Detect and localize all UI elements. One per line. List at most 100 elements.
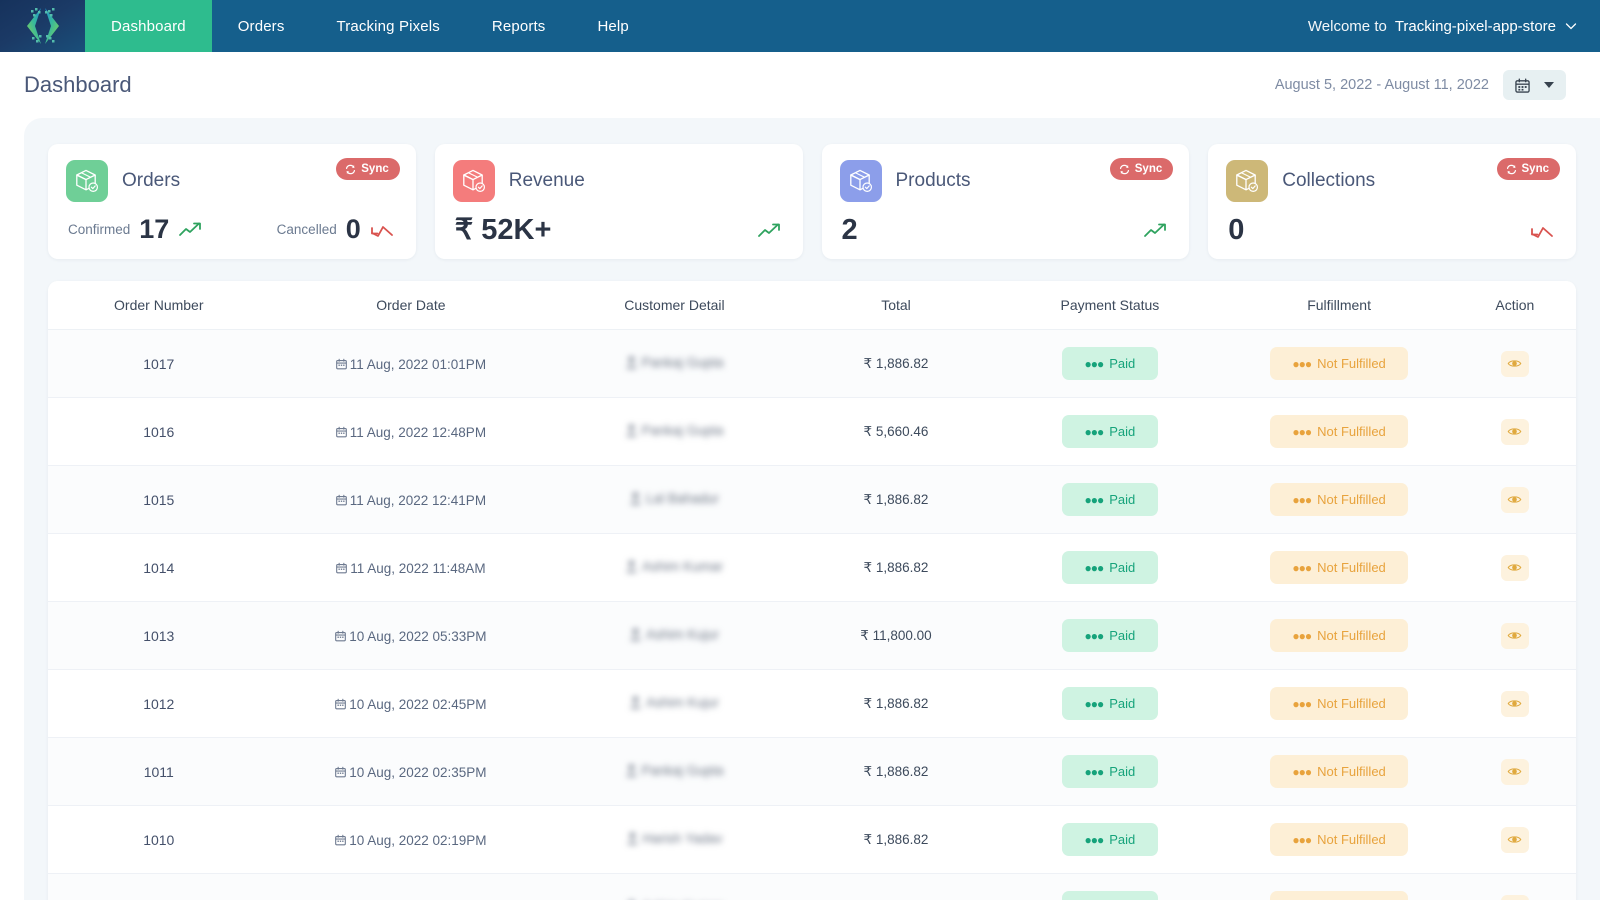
dots-icon: ●●● [1085,834,1104,846]
table-body: 1017 11 Aug, 2022 01:01PM Panka [48,330,1576,900]
nav-item-help[interactable]: Help [571,0,654,52]
view-order-button[interactable] [1501,827,1529,853]
calendar-icon [335,766,346,778]
cell-customer: Ashim Kumar [552,534,796,602]
cell-total: ₹ 1,886.82 [797,738,996,806]
sync-icon [1119,164,1130,175]
view-order-button[interactable] [1501,623,1529,649]
status-badge-paid: ●●●Paid [1062,347,1158,380]
dots-icon: ●●● [1292,766,1311,778]
cell-action [1454,738,1576,806]
account-menu[interactable]: Welcome to Tracking-pixel-app-store [1308,0,1600,52]
dots-icon: ●●● [1085,426,1104,438]
eye-icon [1507,764,1522,779]
customer-name-redacted: Harish Yadav [627,831,723,846]
table-row[interactable]: 1012 10 Aug, 2022 02:45PM Ashim [48,670,1576,738]
eye-icon [1507,696,1522,711]
view-order-button[interactable] [1501,351,1529,377]
cell-total: ₹ 1,886.82 [797,874,996,900]
view-order-button[interactable] [1501,759,1529,785]
view-order-button[interactable] [1501,419,1529,445]
cell-order-number: 1014 [48,534,270,602]
status-badge-fulfillment: ●●●Not Fulfilled [1270,891,1407,900]
card-title: Revenue [509,170,585,192]
cell-payment-status: ●●●Paid [995,398,1224,466]
status-badge-fulfillment: ●●●Not Fulfilled [1270,619,1407,652]
customer-name-redacted: Pankaj Gupta [626,355,724,370]
view-order-button[interactable] [1501,487,1529,513]
page-header-actions: August 5, 2022 - August 11, 2022 [1275,70,1566,100]
status-badge-fulfillment: ●●●Not Fulfilled [1270,483,1407,516]
trend-down-icon [1530,222,1558,240]
cell-total: ₹ 1,886.82 [797,670,996,738]
date-range-picker-button[interactable] [1503,70,1566,100]
cell-fulfillment: ●●●Not Fulfilled [1225,398,1454,466]
cell-action [1454,806,1576,874]
col-header-total: Total [797,281,996,330]
customer-name-redacted: Ashim Kumar [626,559,723,574]
cell-total: ₹ 11,800.00 [797,602,996,670]
cell-payment-status: ●●●Paid [995,466,1224,534]
cell-order-number: 1015 [48,466,270,534]
nav-item-dashboard[interactable]: Dashboard [85,0,212,52]
eye-icon [1507,424,1522,439]
eye-icon [1507,492,1522,507]
cell-order-date: 11 Aug, 2022 11:48AM [270,534,553,602]
cell-action [1454,602,1576,670]
table-row[interactable]: 1010 10 Aug, 2022 02:19PM Haris [48,806,1576,874]
stat-card-orders: Orders Sync Confirmed 17 [48,144,416,259]
table-row[interactable]: 1009 10 Aug, 2022 02:14PM Ashim [48,874,1576,900]
table-row[interactable]: 1013 10 Aug, 2022 05:33PM Ashim [48,602,1576,670]
nav-item-orders[interactable]: Orders [212,0,311,52]
cell-order-date: 10 Aug, 2022 02:45PM [270,670,553,738]
dots-icon: ●●● [1085,766,1104,778]
cell-customer: Lal Bahadur [552,466,796,534]
dots-icon: ●●● [1085,494,1104,506]
table-row[interactable]: 1011 10 Aug, 2022 02:35PM Panka [48,738,1576,806]
table-row[interactable]: 1016 11 Aug, 2022 12:48PM Panka [48,398,1576,466]
eye-icon [1507,560,1522,575]
sync-label: Sync [1135,163,1163,175]
cell-customer: Pankaj Gupta [552,330,796,398]
metric-cancelled: Cancelled 0 [277,216,398,243]
app-logo[interactable] [0,0,85,52]
cell-payment-status: ●●●Paid [995,670,1224,738]
sync-button-products[interactable]: Sync [1110,158,1174,180]
status-badge-fulfillment: ●●●Not Fulfilled [1270,415,1407,448]
nav-item-tracking-pixels[interactable]: Tracking Pixels [310,0,465,52]
view-order-button[interactable] [1501,691,1529,717]
cell-order-number: 1013 [48,602,270,670]
user-icon [626,560,637,573]
status-badge-paid: ●●●Paid [1062,415,1158,448]
dots-icon: ●●● [1292,426,1311,438]
card-metrics: 0 [1226,216,1558,245]
customer-name-redacted: Ashim Kujur [630,627,719,642]
table-row[interactable]: 1017 11 Aug, 2022 01:01PM Panka [48,330,1576,398]
view-order-button[interactable] [1501,555,1529,581]
cell-order-date: 11 Aug, 2022 12:48PM [270,398,553,466]
sync-label: Sync [361,163,389,175]
table-row[interactable]: 1015 11 Aug, 2022 12:41PM Lal B [48,466,1576,534]
welcome-prefix: Welcome to [1308,18,1387,35]
metric-value: ₹ 52K+ [455,216,552,245]
table-row[interactable]: 1014 11 Aug, 2022 11:48AM Ashim [48,534,1576,602]
stat-card-revenue: Revenue ₹ 52K+ [435,144,803,259]
sync-button-orders[interactable]: Sync [336,158,400,180]
package-check-icon [453,160,495,202]
nav-item-reports[interactable]: Reports [466,0,572,52]
sync-button-collections[interactable]: Sync [1497,158,1561,180]
col-header-customer: Customer Detail [552,281,796,330]
calendar-icon [336,426,347,438]
cell-order-date: 10 Aug, 2022 05:33PM [270,602,553,670]
status-badge-paid: ●●●Paid [1062,687,1158,720]
cell-order-number: 1016 [48,398,270,466]
top-navbar: Dashboard Orders Tracking Pixels Reports… [0,0,1600,52]
cell-order-number: 1010 [48,806,270,874]
table-header-row: Order Number Order Date Customer Detail … [48,281,1576,330]
dots-icon: ●●● [1085,698,1104,710]
view-order-button[interactable] [1501,895,1529,900]
orders-table: Order Number Order Date Customer Detail … [48,281,1576,900]
cell-fulfillment: ●●●Not Fulfilled [1225,466,1454,534]
store-name: Tracking-pixel-app-store [1395,18,1556,35]
metric-confirmed: Confirmed 17 [68,216,206,243]
